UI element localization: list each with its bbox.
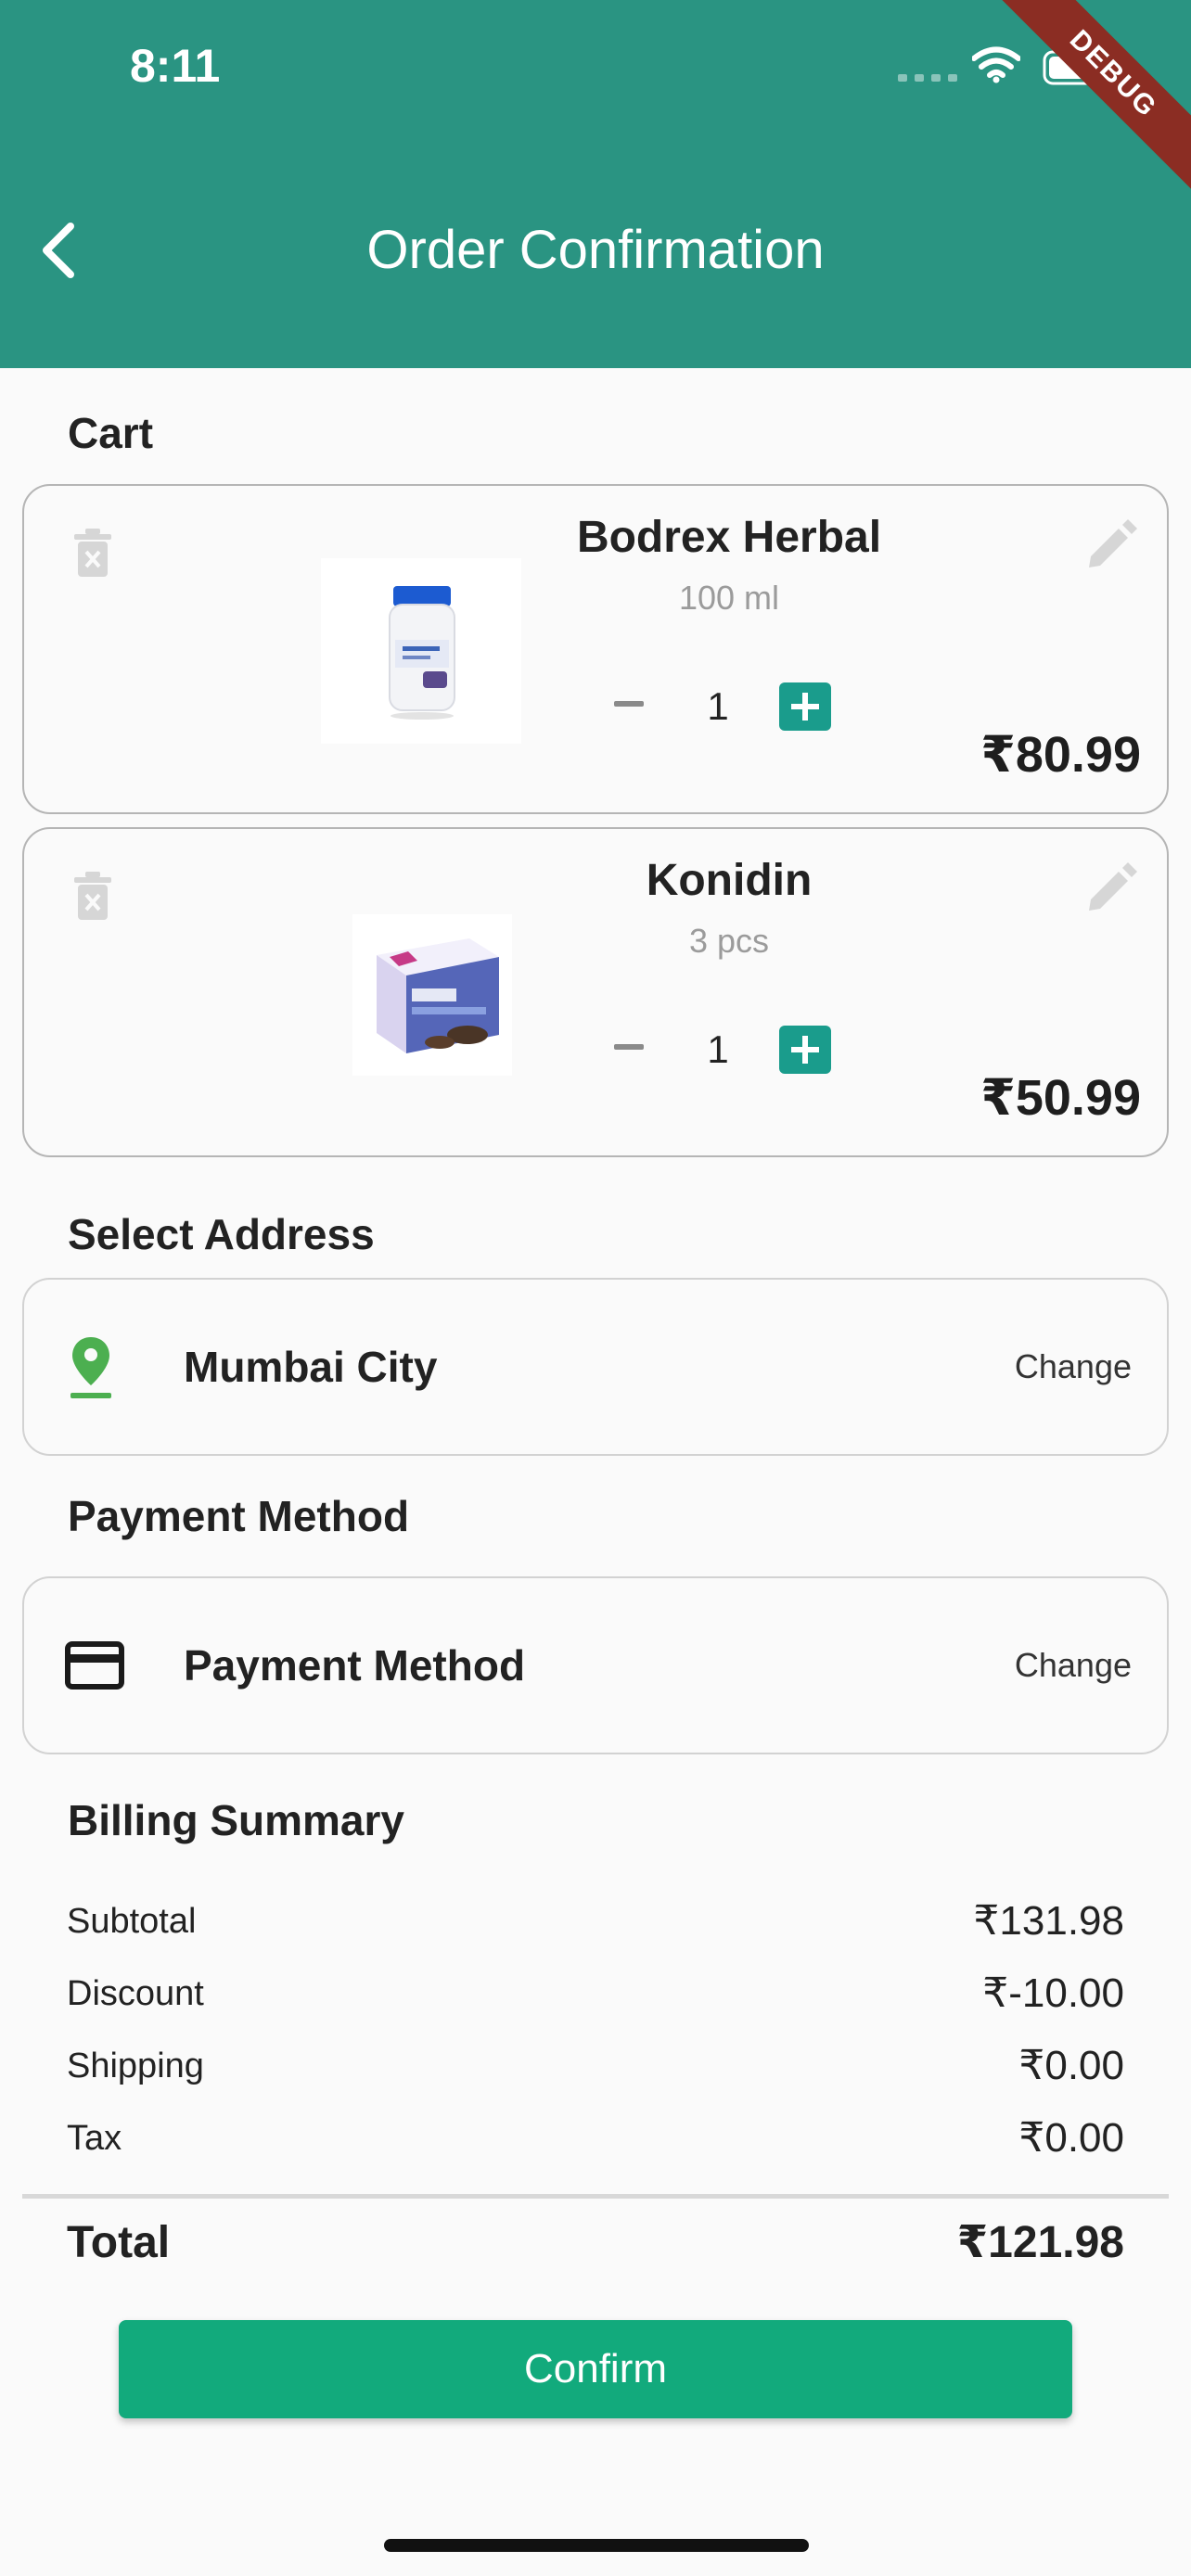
billing-value: ₹0.00 [1018,2043,1124,2088]
change-payment-link[interactable]: Change [1015,1578,1132,1753]
billing-value: ₹0.00 [1018,2115,1124,2161]
product-price: ₹80.99 [980,727,1141,783]
status-time: 8:11 [130,40,221,92]
payment-selector[interactable]: Payment Method Change [22,1576,1169,1754]
location-pin-icon [70,1337,111,1398]
billing-row-shipping: Shipping ₹0.00 [67,2038,1124,2094]
decrease-quantity-button[interactable] [614,1044,644,1050]
quantity-stepper: 1 [614,1026,837,1074]
home-indicator [384,2539,809,2552]
address-section-title: Select Address [68,1210,375,1258]
billing-row-tax: Tax ₹0.00 [67,2111,1124,2166]
decrease-quantity-button[interactable] [614,701,644,707]
delete-icon[interactable] [72,870,113,922]
total-value: ₹121.98 [956,2218,1124,2267]
billing-value: ₹131.98 [973,1898,1124,1944]
billing-divider [22,2194,1169,2199]
billing-label: Tax [67,2119,122,2158]
payment-section-title: Payment Method [68,1492,410,1540]
quantity-stepper: 1 [614,682,837,731]
edit-icon[interactable] [1083,516,1141,573]
delete-icon[interactable] [72,527,113,579]
address-value: Mumbai City [184,1343,438,1391]
credit-card-icon [65,1641,124,1690]
product-size: 3 pcs [688,922,770,960]
product-name: Bodrex Herbal [576,513,882,562]
confirm-button[interactable]: Confirm [119,2320,1072,2418]
product-price: ₹50.99 [980,1070,1141,1126]
cart-item: Bodrex Herbal 100 ml 1 ₹80.99 [22,484,1169,814]
edit-icon[interactable] [1083,859,1141,916]
product-name: Konidin [646,856,813,905]
signal-dots-icon [898,74,957,82]
billing-label: Discount [67,1974,204,2013]
debug-banner: DEBUG [982,0,1191,205]
quantity-value: 1 [707,684,729,728]
wifi-icon [972,46,1020,83]
billing-row-discount: Discount ₹-10.00 [67,1966,1124,2021]
billing-label: Shipping [67,2047,204,2085]
increase-quantity-button[interactable] [779,682,831,731]
quantity-value: 1 [707,1027,729,1071]
billing-label: Subtotal [67,1902,197,1941]
app-bar: 8:11 DEBUG Order Confirmation [0,0,1191,368]
billing-value: ₹-10.00 [982,1970,1124,2016]
cart-item: Konidin 3 pcs 1 ₹50.99 [22,827,1169,1157]
cart-section-title: Cart [68,409,154,457]
change-address-link[interactable]: Change [1015,1280,1132,1454]
billing-row-subtotal: Subtotal ₹131.98 [67,1894,1124,1949]
billing-section-title: Billing Summary [68,1796,404,1844]
total-label: Total [67,2218,171,2267]
product-size: 100 ml [678,579,780,617]
page-title: Order Confirmation [366,220,825,280]
increase-quantity-button[interactable] [779,1026,831,1074]
payment-value: Payment Method [184,1641,526,1690]
address-selector[interactable]: Mumbai City Change [22,1278,1169,1456]
